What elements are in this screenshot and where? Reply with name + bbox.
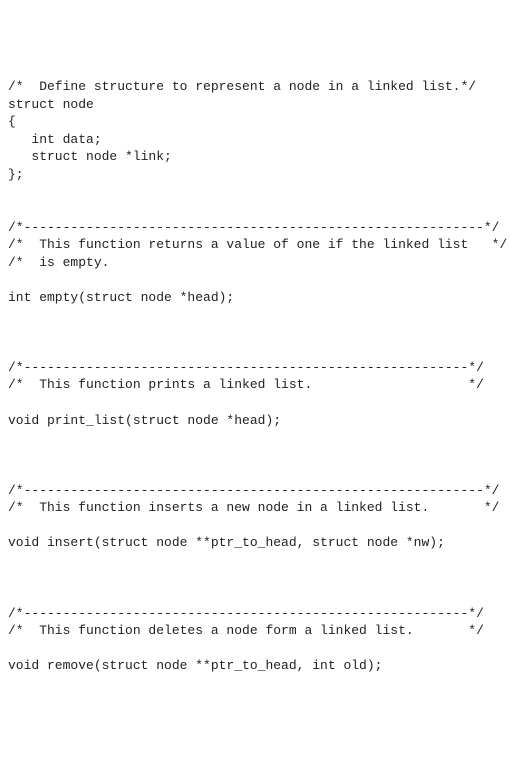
code-line: int data; (8, 132, 102, 147)
code-line: /* Define structure to represent a node … (8, 79, 476, 94)
code-line: void remove(struct node **ptr_to_head, i… (8, 658, 382, 673)
code-line: int empty(struct node *head); (8, 290, 234, 305)
code-line: struct node (8, 97, 94, 112)
code-line: /*--------------------------------------… (8, 483, 499, 498)
code-line: /* This function returns a value of one … (8, 237, 507, 252)
code-line: void insert(struct node **ptr_to_head, s… (8, 535, 445, 550)
code-line: struct node *link; (8, 149, 172, 164)
code-line: }; (8, 167, 24, 182)
code-line: { (8, 114, 16, 129)
code-line: /* This function deletes a node form a l… (8, 623, 484, 638)
code-line: /* This function prints a linked list. *… (8, 377, 484, 392)
code-line: void print_list(struct node *head); (8, 413, 281, 428)
code-line: /* is empty. (8, 255, 109, 270)
code-listing: /* Define structure to represent a node … (8, 78, 502, 675)
code-line: /*--------------------------------------… (8, 360, 484, 375)
code-line: /* This function inserts a new node in a… (8, 500, 499, 515)
code-line: /*--------------------------------------… (8, 606, 484, 621)
code-line: /*--------------------------------------… (8, 220, 499, 235)
